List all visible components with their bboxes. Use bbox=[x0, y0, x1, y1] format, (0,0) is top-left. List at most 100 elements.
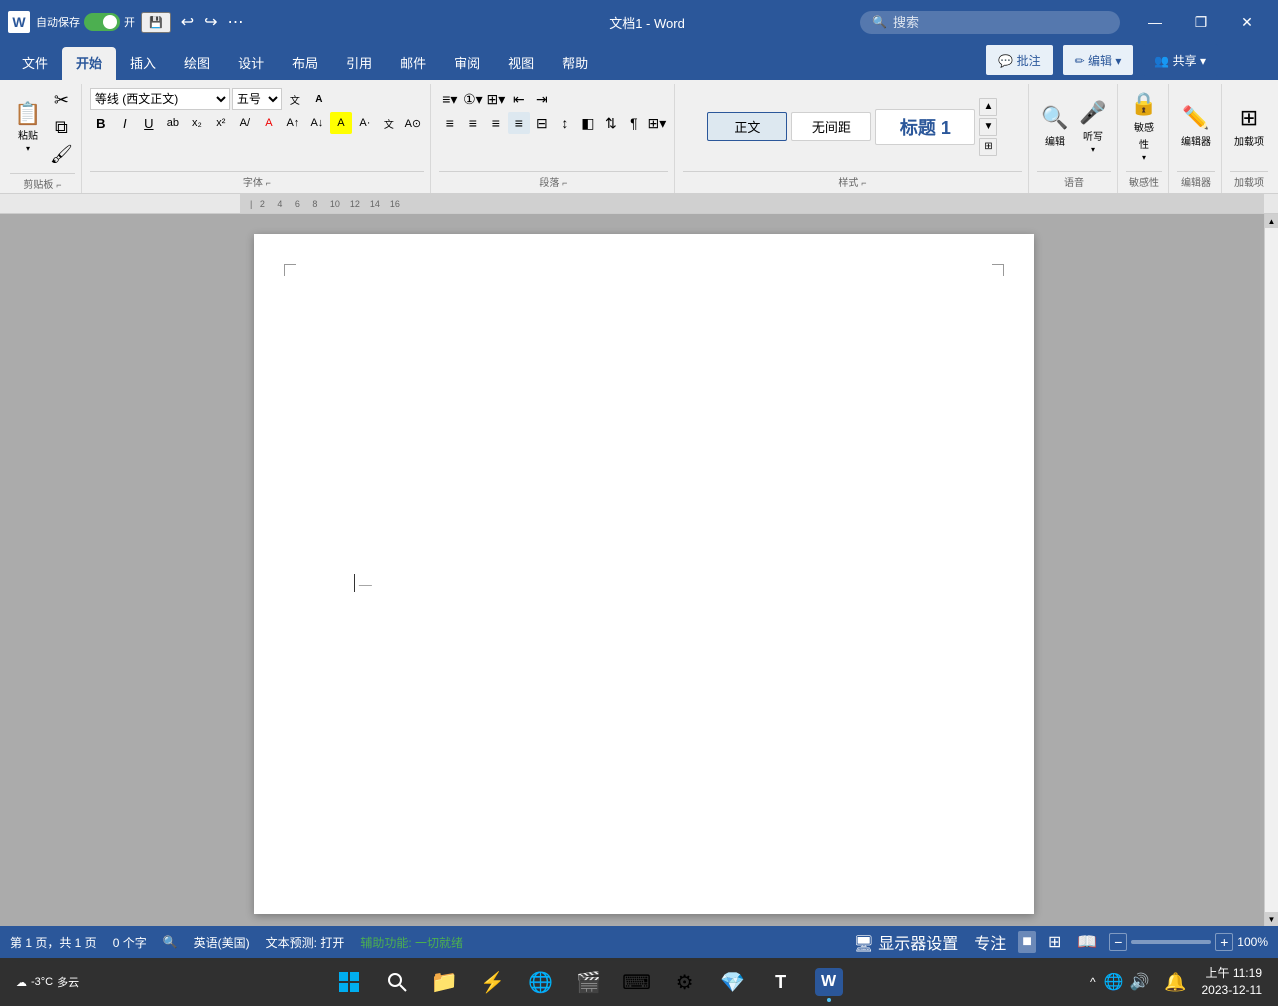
font-color-button[interactable]: A bbox=[258, 112, 280, 134]
taskbar-gem-button[interactable]: 💎 bbox=[711, 960, 755, 1004]
tab-home[interactable]: 开始 bbox=[62, 47, 116, 80]
save-button[interactable]: 💾 bbox=[141, 12, 171, 33]
tab-help[interactable]: 帮助 bbox=[548, 47, 602, 80]
review-button[interactable]: 💬 批注 bbox=[985, 44, 1053, 76]
minimize-button[interactable]: — bbox=[1132, 0, 1178, 44]
multilevel-button[interactable]: ⊞▾ bbox=[485, 88, 507, 110]
subscript-button[interactable]: x₂ bbox=[186, 112, 208, 134]
style-no-space[interactable]: 无间距 bbox=[791, 112, 871, 141]
sort-button[interactable]: ⇅ bbox=[600, 112, 622, 134]
tab-design[interactable]: 设计 bbox=[224, 47, 278, 80]
superscript-button[interactable]: x² bbox=[210, 112, 232, 134]
proofread-icon[interactable]: 🔍 bbox=[163, 935, 178, 949]
style-normal[interactable]: 正文 bbox=[707, 112, 787, 141]
taskbar-typora-button[interactable]: T bbox=[759, 960, 803, 1004]
vertical-scrollbar[interactable]: ▲ ▼ bbox=[1264, 214, 1278, 926]
line-spacing-button[interactable]: ↕ bbox=[554, 112, 576, 134]
taskbar-word-button[interactable]: W bbox=[807, 960, 851, 1004]
close-button[interactable]: ✕ bbox=[1224, 0, 1270, 44]
share-button[interactable]: 👥 共享 ▾ bbox=[1142, 44, 1218, 76]
zoom-out-button[interactable]: − bbox=[1109, 933, 1127, 951]
shading-button[interactable]: ◧ bbox=[577, 112, 599, 134]
listen-button[interactable]: 🎤 听写 ▾ bbox=[1075, 92, 1111, 162]
document-cursor-area[interactable]: — bbox=[354, 574, 954, 592]
paragraph-expand-icon[interactable]: ⌐ bbox=[562, 178, 567, 188]
font-name-select[interactable]: 等线 (西文正文) bbox=[90, 88, 230, 110]
borders-button[interactable]: ⊞▾ bbox=[646, 112, 668, 134]
style-heading1[interactable]: 标题 1 bbox=[875, 109, 975, 145]
paste-button[interactable]: 📋 粘贴 ▾ bbox=[10, 93, 46, 163]
redo-button[interactable]: ↪ bbox=[200, 10, 221, 34]
view-read-button[interactable]: 📖 bbox=[1073, 930, 1101, 954]
display-settings-button[interactable]: 🖥 显示器设置 bbox=[850, 928, 963, 956]
wubi-button[interactable]: 文 bbox=[284, 88, 306, 110]
align-left-button[interactable]: ≡ bbox=[439, 112, 461, 134]
view-web-button[interactable]: ⊞ bbox=[1044, 930, 1065, 954]
undo-button[interactable]: ↩ bbox=[177, 10, 198, 34]
font-expand-icon[interactable]: ⌐ bbox=[266, 178, 271, 188]
notification-button[interactable]: 🔔 bbox=[1158, 964, 1194, 1000]
zoom-in-button[interactable]: + bbox=[1215, 933, 1233, 951]
shadow-button[interactable]: A⊙ bbox=[402, 112, 424, 134]
scroll-down-button[interactable]: ▼ bbox=[1265, 912, 1278, 926]
taskbar-settings-button[interactable]: ⚙ bbox=[663, 960, 707, 1004]
bullets-button[interactable]: ≡▾ bbox=[439, 88, 461, 110]
tab-review[interactable]: 审阅 bbox=[440, 47, 494, 80]
scroll-up-button[interactable]: ▲ bbox=[1265, 214, 1278, 228]
phonetic-button[interactable]: 文 bbox=[378, 112, 400, 134]
style-down-button[interactable]: ▼ bbox=[979, 118, 997, 136]
justify-button[interactable]: ≡ bbox=[508, 112, 530, 134]
clear-format-button[interactable]: A/ bbox=[234, 112, 256, 134]
taskbar-start-button[interactable] bbox=[327, 960, 371, 1004]
restore-button[interactable]: ❐ bbox=[1178, 0, 1224, 44]
decrease-indent-button[interactable]: ⇤ bbox=[508, 88, 530, 110]
taskbar-search-button[interactable] bbox=[375, 960, 419, 1004]
font-shrink-button[interactable]: A↓ bbox=[306, 112, 328, 134]
strikethrough-button[interactable]: ab bbox=[162, 112, 184, 134]
search-input[interactable] bbox=[893, 15, 1093, 30]
font-format-button[interactable]: A bbox=[308, 88, 330, 110]
text-highlight-button[interactable]: A bbox=[330, 112, 352, 134]
addins-button[interactable]: ⊞ 加载项 bbox=[1230, 92, 1268, 162]
tab-mailings[interactable]: 邮件 bbox=[386, 47, 440, 80]
font-size-select[interactable]: 五号 bbox=[232, 88, 282, 110]
style-up-button[interactable]: ▲ bbox=[979, 98, 997, 116]
style-expand-button[interactable]: ⊞ bbox=[979, 138, 997, 156]
document-area[interactable]: ▲ ▼ — bbox=[10, 214, 1278, 926]
taskbar-media-button[interactable]: 🎬 bbox=[567, 960, 611, 1004]
editor-button-voice[interactable]: 🔍 编辑 bbox=[1037, 92, 1073, 162]
extra-menu-button[interactable]: ⋯ bbox=[224, 10, 248, 34]
edit-button[interactable]: ✏ 编辑 ▾ bbox=[1062, 44, 1135, 76]
tab-view[interactable]: 视图 bbox=[494, 47, 548, 80]
zoom-slider[interactable] bbox=[1131, 940, 1211, 944]
taskbar-vscode-button[interactable]: ⚡ bbox=[471, 960, 515, 1004]
editor-ai-button[interactable]: ✏️ 编辑器 bbox=[1177, 92, 1215, 162]
cut-button[interactable]: ✂ bbox=[48, 88, 75, 113]
tab-file[interactable]: 文件 bbox=[8, 47, 62, 80]
taskbar-edge-button[interactable]: 🌐 bbox=[519, 960, 563, 1004]
numbering-button[interactable]: ①▾ bbox=[462, 88, 484, 110]
align-center-button[interactable]: ≡ bbox=[462, 112, 484, 134]
tab-references[interactable]: 引用 bbox=[332, 47, 386, 80]
sensitivity-button[interactable]: 🔒 敏感 性 ▾ bbox=[1126, 89, 1162, 164]
taskbar-explorer-button[interactable]: 📁 bbox=[423, 960, 467, 1004]
view-normal-button[interactable]: ■ bbox=[1018, 931, 1036, 953]
emphasis-button[interactable]: A· bbox=[354, 112, 376, 134]
clipboard-expand-icon[interactable]: ⌐ bbox=[56, 180, 61, 190]
title-search[interactable]: 🔍 bbox=[860, 11, 1120, 34]
autosave-toggle[interactable] bbox=[84, 13, 120, 31]
underline-button[interactable]: U bbox=[138, 112, 160, 134]
increase-indent-button[interactable]: ⇥ bbox=[531, 88, 553, 110]
align-right-button[interactable]: ≡ bbox=[485, 112, 507, 134]
document-page[interactable]: — bbox=[254, 234, 1034, 914]
taskbar-time[interactable]: 上午 11:19 2023-12-11 bbox=[1202, 965, 1263, 999]
taskbar-input-button[interactable]: ⌨ bbox=[615, 960, 659, 1004]
copy-button[interactable]: ⧉ bbox=[48, 115, 75, 140]
italic-button[interactable]: I bbox=[114, 112, 136, 134]
focus-button[interactable]: 专注 bbox=[970, 928, 1010, 956]
styles-expand-icon[interactable]: ⌐ bbox=[861, 178, 866, 188]
tab-draw[interactable]: 绘图 bbox=[170, 47, 224, 80]
font-grow-button[interactable]: A↑ bbox=[282, 112, 304, 134]
bold-button[interactable]: B bbox=[90, 112, 112, 134]
tab-layout[interactable]: 布局 bbox=[278, 47, 332, 80]
